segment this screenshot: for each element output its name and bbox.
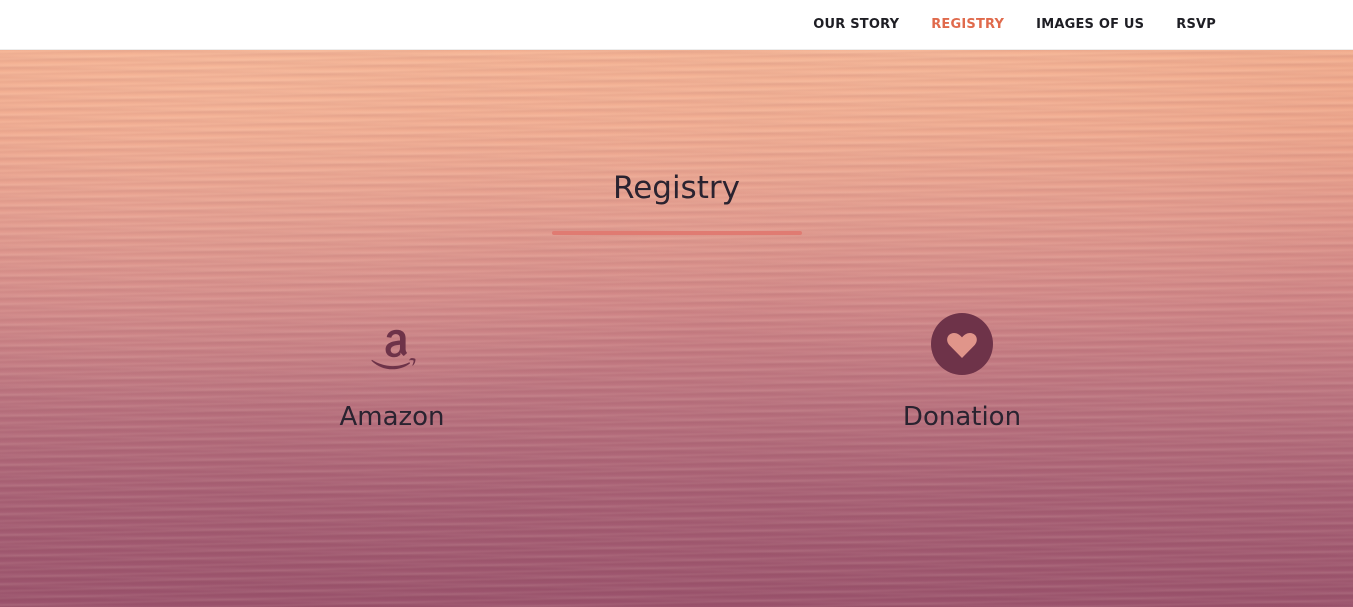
section-title: Registry — [613, 170, 740, 206]
donation-registry-link[interactable]: Donation — [832, 312, 1092, 434]
nav-link-rsvp[interactable]: RSVP — [1176, 17, 1216, 32]
main-nav: OUR STORY REGISTRY IMAGES OF US RSVP — [813, 0, 1216, 49]
water-background-image — [0, 50, 1353, 607]
amazon-registry-link[interactable]: Amazon — [262, 312, 522, 434]
nav-link-our-story[interactable]: OUR STORY — [813, 17, 899, 32]
heart-circle-icon — [931, 313, 993, 375]
donation-label: Donation — [902, 402, 1022, 432]
top-navbar: OUR STORY REGISTRY IMAGES OF US RSVP — [0, 0, 1353, 50]
nav-link-images-of-us[interactable]: IMAGES OF US — [1036, 17, 1144, 32]
amazon-icon — [371, 329, 416, 370]
nav-link-registry[interactable]: REGISTRY — [931, 17, 1004, 32]
amazon-label: Amazon — [339, 402, 445, 432]
title-underline — [552, 231, 802, 235]
registry-section: Registry Amazon Donation — [0, 50, 1353, 607]
